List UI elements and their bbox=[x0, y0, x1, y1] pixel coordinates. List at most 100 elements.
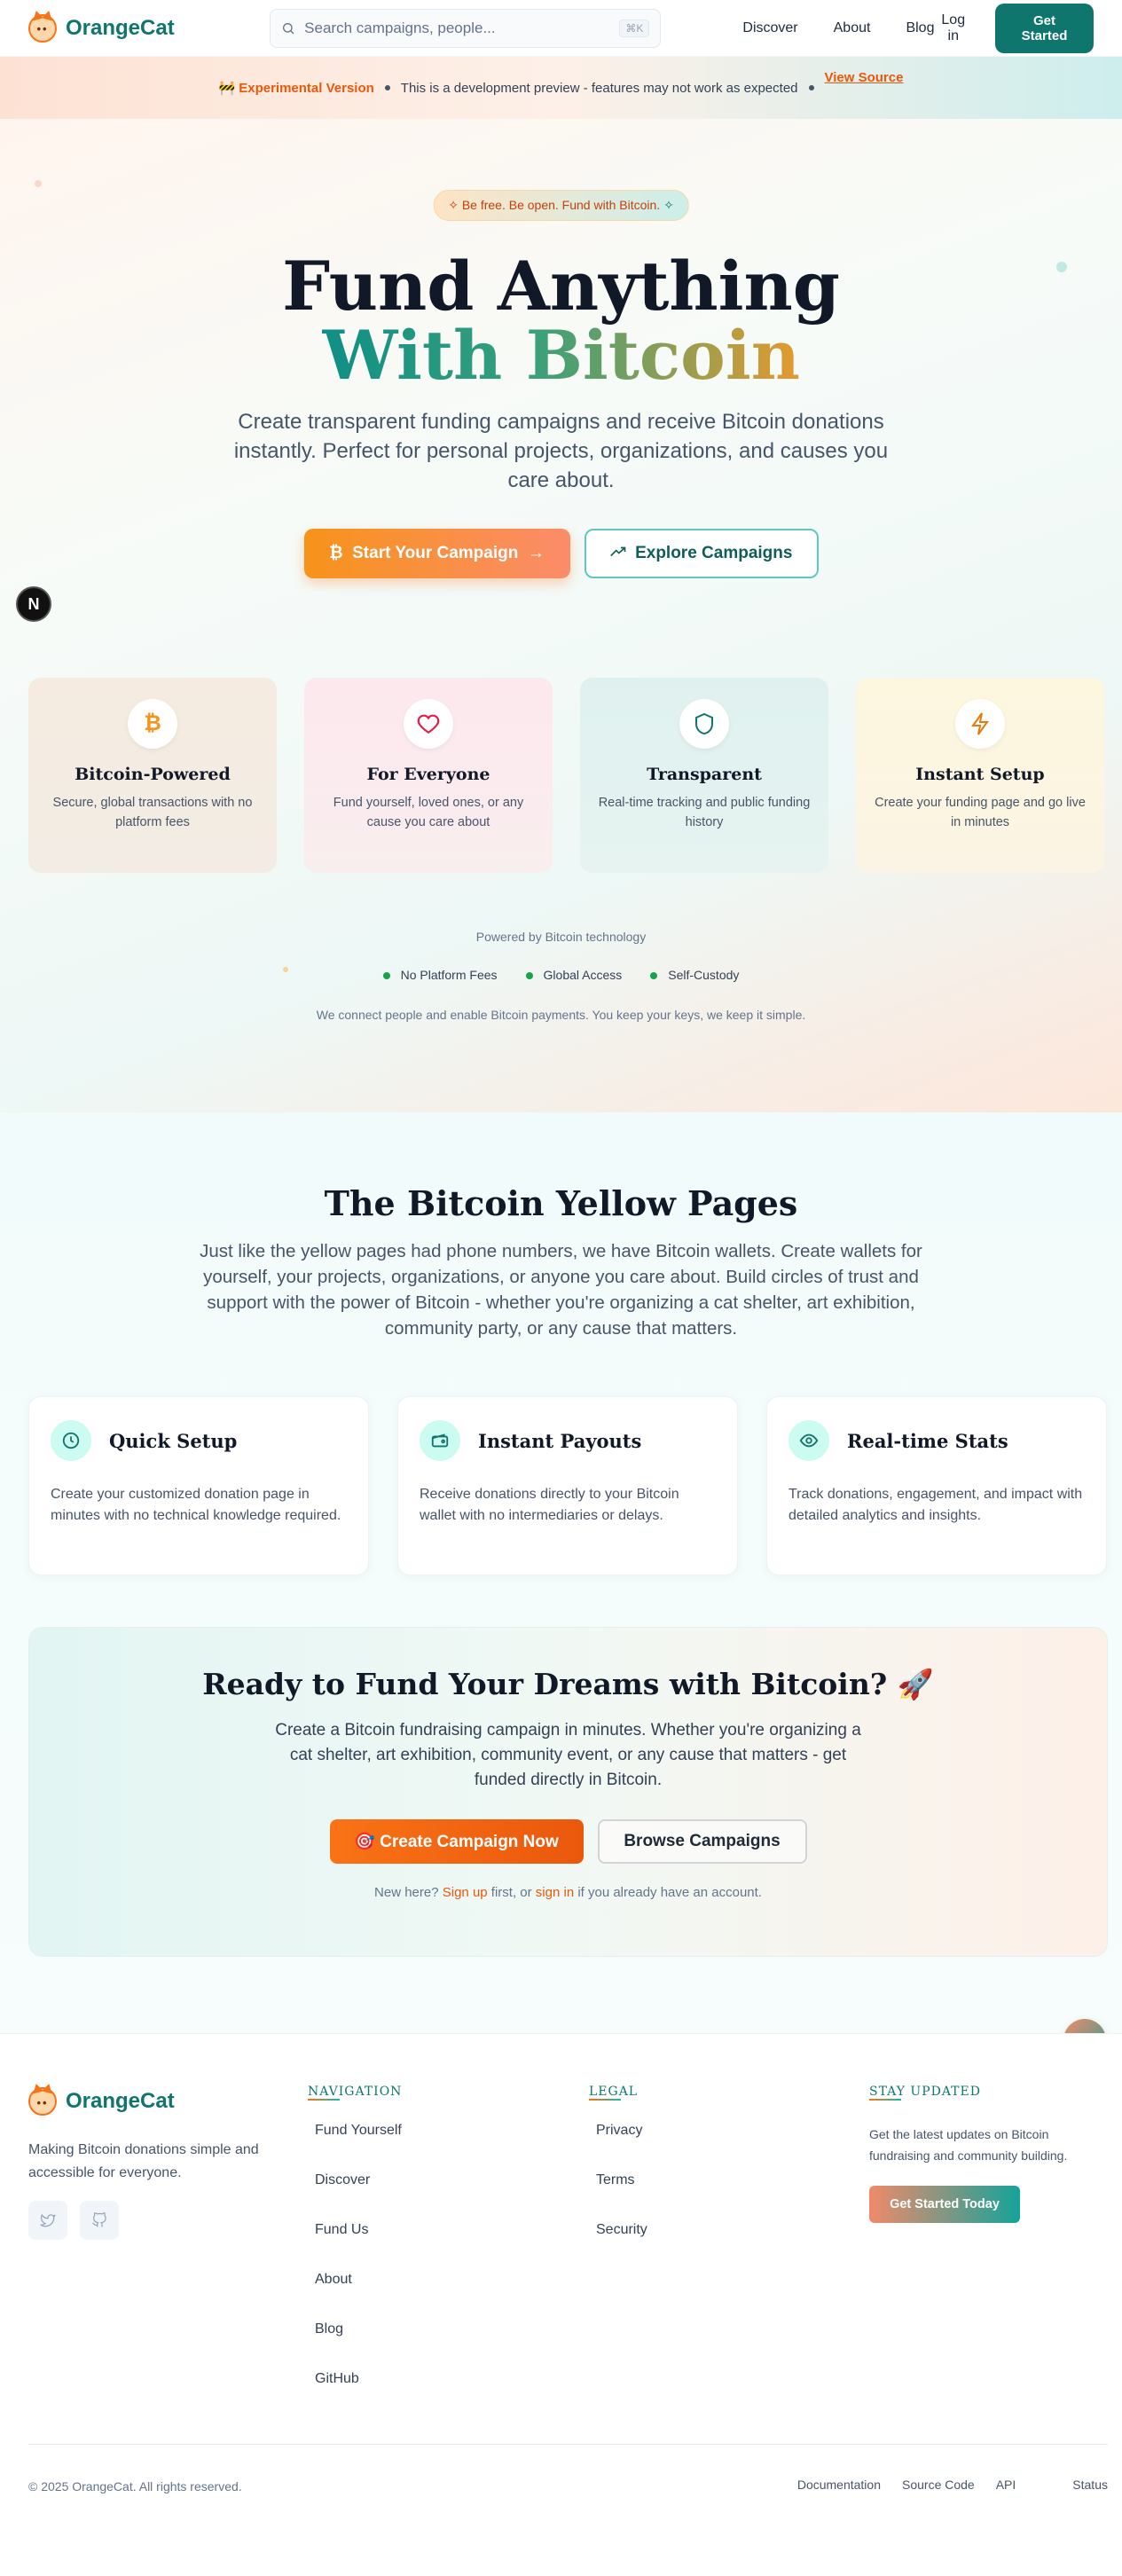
card-desc: Track donations, engagement, and impact … bbox=[789, 1487, 1083, 1523]
github-link[interactable] bbox=[80, 2201, 119, 2240]
footer-newsletter: STAY UPDATED Get the latest updates on B… bbox=[869, 2084, 1109, 2223]
footer-link[interactable]: Terms bbox=[596, 2170, 647, 2219]
feature-cards: ₿ Bitcoin-Powered Secure, global transac… bbox=[28, 678, 1108, 873]
nav-about[interactable]: About bbox=[834, 20, 871, 36]
tagline-pill: ✧ Be free. Be open. Fund with Bitcoin. ✧ bbox=[433, 190, 689, 221]
browse-campaigns-button[interactable]: Browse Campaigns bbox=[597, 1819, 807, 1864]
bitcoin-icon: ₿ bbox=[329, 544, 343, 562]
card-title: Quick Setup bbox=[109, 1429, 238, 1452]
sparkle-icon: ✧ bbox=[448, 198, 459, 212]
hero-title-line2: With Bitcoin bbox=[321, 316, 800, 395]
feature-card: Transparent Real-time tracking and publi… bbox=[580, 678, 828, 873]
feature-card: Instant Setup Create your funding page a… bbox=[856, 678, 1104, 873]
view-source-link[interactable]: View Source bbox=[825, 70, 904, 85]
benefit-bullets: No Platform Fees Global Access Self-Cust… bbox=[0, 968, 1122, 982]
banner-message: This is a development preview - features… bbox=[400, 80, 798, 96]
cat-logo-icon: •• bbox=[28, 13, 57, 43]
benefit-cards: Quick Setup Create your customized donat… bbox=[28, 1396, 1108, 1575]
footer-nav-title: NAVIGATION bbox=[308, 2085, 403, 2101]
benefit-item: Global Access bbox=[525, 968, 622, 982]
feature-title: Instant Setup bbox=[915, 765, 1045, 784]
bitcoin-icon: ₿ bbox=[128, 699, 177, 749]
auth-note: New here? Sign up first, or sign in if y… bbox=[374, 1885, 762, 1900]
source-code-link[interactable]: Source Code bbox=[902, 2478, 975, 2492]
cta-title: Ready to Fund Your Dreams with Bitcoin? … bbox=[202, 1667, 934, 1701]
separator-dot bbox=[808, 85, 814, 90]
signup-link[interactable]: Sign up bbox=[443, 1885, 488, 1900]
cta-panel: Ready to Fund Your Dreams with Bitcoin? … bbox=[28, 1627, 1108, 1957]
heart-icon bbox=[404, 699, 453, 749]
footer-bottom-links: Documentation Source Code API Status bbox=[797, 2478, 1108, 2492]
footer-legal-title: LEGAL bbox=[589, 2085, 639, 2101]
signin-link[interactable]: sign in bbox=[536, 1885, 574, 1900]
decor-dot bbox=[35, 180, 42, 187]
footer-link[interactable]: GitHub bbox=[315, 2368, 402, 2418]
benefit-card: Real-time Stats Track donations, engagem… bbox=[766, 1396, 1107, 1575]
benefit-item: Self-Custody bbox=[650, 968, 739, 982]
pill-text: Be free. Be open. Fund with Bitcoin. bbox=[461, 198, 661, 212]
cta-desc: Create a Bitcoin fundraising campaign in… bbox=[275, 1721, 861, 1789]
search-bar[interactable]: ⌘K bbox=[270, 8, 662, 48]
card-title: Real-time Stats bbox=[847, 1429, 1008, 1452]
dev-badge[interactable]: N bbox=[16, 586, 51, 622]
hero-lead: Create transparent funding campaigns and… bbox=[233, 410, 889, 492]
footer-brand[interactable]: •• OrangeCat bbox=[28, 2087, 175, 2116]
login-button[interactable]: Log in bbox=[934, 12, 972, 44]
social-links bbox=[28, 2201, 119, 2240]
documentation-link[interactable]: Documentation bbox=[797, 2478, 881, 2492]
feature-title: For Everyone bbox=[366, 765, 490, 784]
hero-title-line1: Fund Anything bbox=[282, 247, 840, 326]
api-link[interactable]: API bbox=[996, 2478, 1016, 2492]
start-campaign-label: Start Your Campaign bbox=[352, 544, 519, 562]
lightning-icon bbox=[955, 699, 1005, 749]
footer-desc: Making Bitcoin donations simple and acce… bbox=[28, 2142, 259, 2180]
search-input[interactable] bbox=[304, 19, 611, 37]
get-started-today-button[interactable]: Get Started Today bbox=[869, 2186, 1020, 2223]
feature-card: For Everyone Fund yourself, loved ones, … bbox=[304, 678, 553, 873]
footer-link[interactable]: Fund Us bbox=[315, 2219, 402, 2269]
nav-discover[interactable]: Discover bbox=[742, 20, 797, 36]
footer-link[interactable]: Fund Yourself bbox=[315, 2120, 402, 2170]
status-link[interactable]: Status bbox=[1072, 2478, 1108, 2492]
benefit-card: Quick Setup Create your customized donat… bbox=[28, 1396, 369, 1575]
feature-desc: Real-time tracking and public funding hi… bbox=[598, 796, 811, 829]
twitter-link[interactable] bbox=[28, 2201, 67, 2240]
separator-dot bbox=[384, 85, 390, 90]
hero-tagline: We connect people and enable Bitcoin pay… bbox=[316, 1008, 806, 1022]
clock-icon bbox=[51, 1420, 91, 1461]
brand-logo-link[interactable]: •• OrangeCat bbox=[28, 13, 238, 43]
shield-icon bbox=[679, 699, 729, 749]
trending-up-icon bbox=[609, 546, 625, 557]
eye-icon bbox=[789, 1420, 829, 1461]
footer-link[interactable]: Blog bbox=[315, 2319, 402, 2368]
footer-nav-column: NAVIGATION Fund Yourself Discover Fund U… bbox=[308, 2084, 402, 2418]
nav-blog[interactable]: Blog bbox=[906, 20, 934, 36]
footer-news-desc: Get the latest updates on Bitcoin fundra… bbox=[869, 2127, 1068, 2163]
start-campaign-button[interactable]: ₿ Start Your Campaign → bbox=[303, 529, 570, 578]
feature-card: ₿ Bitcoin-Powered Secure, global transac… bbox=[28, 678, 277, 873]
brand-name: OrangeCat bbox=[66, 15, 175, 40]
footer-link[interactable]: Privacy bbox=[596, 2120, 647, 2170]
card-desc: Create your customized donation page in … bbox=[51, 1487, 341, 1523]
powered-by-text: Powered by Bitcoin technology bbox=[475, 930, 647, 944]
auth-actions: Log in Get Started bbox=[934, 3, 1094, 53]
feature-title: Transparent bbox=[647, 765, 762, 784]
section-title: The Bitcoin Yellow Pages bbox=[324, 1183, 798, 1223]
github-icon bbox=[92, 2212, 106, 2227]
create-campaign-button[interactable]: 🎯 Create Campaign Now bbox=[329, 1819, 584, 1864]
main-nav: Discover About Blog bbox=[742, 20, 934, 36]
site-footer: •• OrangeCat Making Bitcoin donations si… bbox=[0, 2033, 1122, 2576]
footer-link[interactable]: About bbox=[315, 2269, 402, 2319]
footer-link[interactable]: Discover bbox=[315, 2170, 402, 2219]
search-shortcut: ⌘K bbox=[619, 19, 650, 37]
get-started-button[interactable]: Get Started bbox=[995, 3, 1094, 53]
benefit-item: No Platform Fees bbox=[382, 968, 498, 982]
benefit-card: Instant Payouts Receive donations direct… bbox=[397, 1396, 738, 1575]
footer-link[interactable]: Security bbox=[596, 2219, 647, 2269]
experimental-banner: 🚧 Experimental Version This is a develop… bbox=[0, 57, 1122, 119]
construction-icon: 🚧 bbox=[218, 81, 236, 96]
footer-legal-column: LEGAL Privacy Terms Security bbox=[589, 2084, 647, 2269]
card-title: Instant Payouts bbox=[478, 1429, 642, 1452]
explore-campaigns-button[interactable]: Explore Campaigns bbox=[584, 529, 819, 578]
hero-title: Fund Anything With Bitcoin bbox=[0, 252, 1122, 390]
